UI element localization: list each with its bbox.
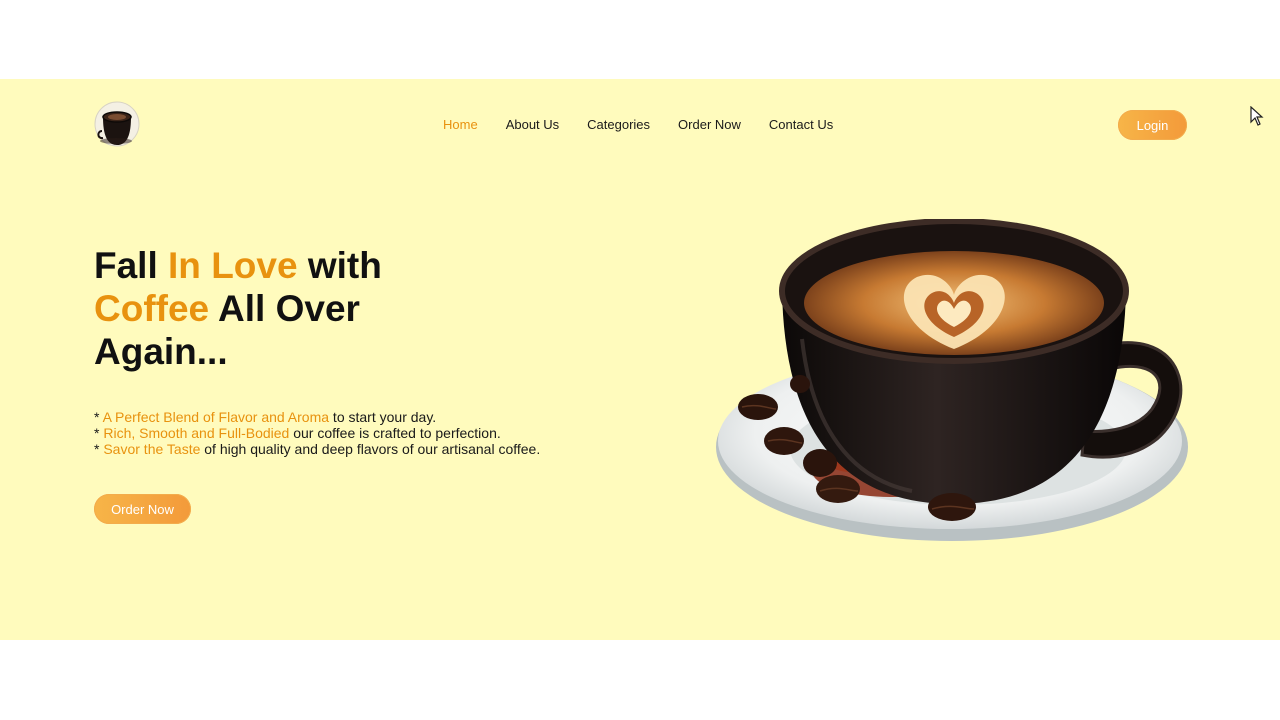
hero-feature-list: * A Perfect Blend of Flavor and Aroma to… — [94, 409, 540, 457]
login-button[interactable]: Login — [1118, 110, 1187, 140]
feature-item: * Rich, Smooth and Full-Bodied our coffe… — [94, 425, 540, 441]
feature-highlight: Savor the Taste — [103, 441, 201, 457]
coffee-cup-logo-icon[interactable] — [94, 101, 140, 147]
order-now-button[interactable]: Order Now — [94, 494, 191, 524]
nav-item-order-now[interactable]: Order Now — [678, 117, 741, 132]
feature-bullet: * — [94, 441, 104, 457]
headline-text-2: with — [297, 245, 382, 286]
feature-item: * Savor the Taste of high quality and de… — [94, 441, 540, 457]
headline-text-3: All Over — [209, 288, 360, 329]
main-nav: Home About Us Categories Order Now Conta… — [443, 117, 833, 132]
headline-text-4: Again... — [94, 331, 228, 372]
hero-headline: Fall In Love with Coffee All Over Again.… — [94, 244, 494, 373]
feature-item: * A Perfect Blend of Flavor and Aroma to… — [94, 409, 540, 425]
nav-item-home[interactable]: Home — [443, 117, 478, 132]
nav-item-contact-us[interactable]: Contact Us — [769, 117, 833, 132]
feature-text: of high quality and deep flavors of our … — [200, 441, 541, 457]
nav-item-categories[interactable]: Categories — [587, 117, 650, 132]
hero-section: Home About Us Categories Order Now Conta… — [0, 79, 1280, 640]
headline-highlight-1: In Love — [168, 245, 298, 286]
mouse-pointer-icon — [1250, 106, 1264, 126]
headline-text-1: Fall — [94, 245, 169, 286]
feature-bullet: * — [94, 425, 104, 441]
feature-highlight: Rich, Smooth and Full-Bodied — [103, 425, 290, 441]
feature-highlight: A Perfect Blend of Flavor and Aroma — [102, 409, 330, 425]
coffee-cup-latte-art — [716, 219, 1188, 541]
feature-bullet: * — [94, 409, 103, 425]
nav-item-about-us[interactable]: About Us — [506, 117, 559, 132]
feature-text: to start your day. — [329, 409, 437, 425]
feature-text: our coffee is crafted to perfection. — [289, 425, 501, 441]
headline-highlight-2: Coffee — [94, 288, 210, 329]
